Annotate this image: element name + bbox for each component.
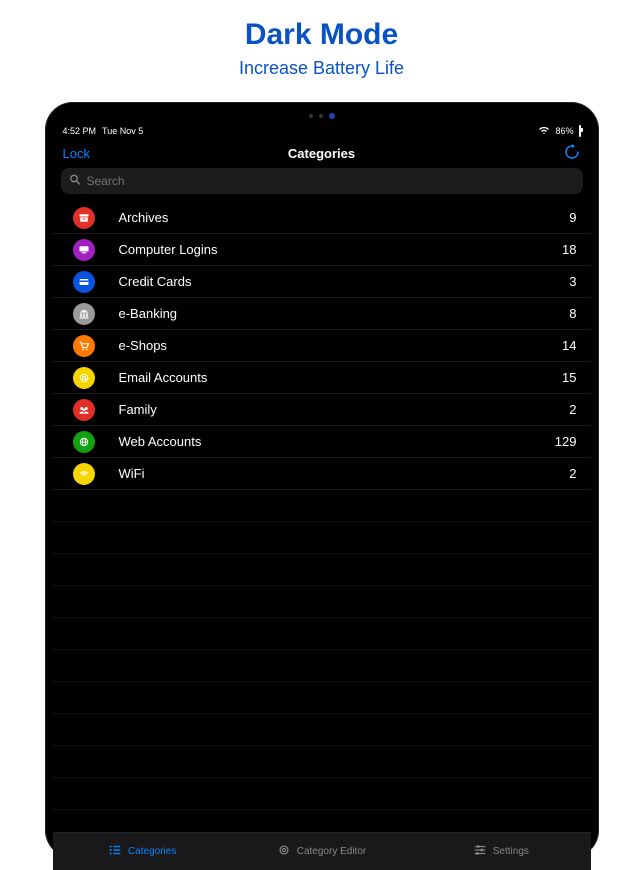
- globe-icon: [73, 431, 95, 453]
- category-row[interactable]: Credit Cards3: [53, 266, 591, 298]
- category-label: Archives: [113, 210, 547, 225]
- device-sensors: [53, 110, 591, 122]
- category-count: 18: [547, 242, 577, 257]
- gear-icon: [277, 843, 291, 860]
- empty-row: [53, 618, 591, 650]
- battery-icon: [579, 126, 581, 136]
- category-label: Email Accounts: [113, 370, 547, 385]
- category-count: 2: [547, 402, 577, 417]
- tab-bar: Categories Category Editor Settings: [53, 832, 591, 870]
- category-label: Web Accounts: [113, 434, 547, 449]
- category-row[interactable]: e-Banking8: [53, 298, 591, 330]
- empty-row: [53, 522, 591, 554]
- category-row[interactable]: WiFi2: [53, 458, 591, 490]
- wifi-icon: [73, 463, 95, 485]
- category-label: Credit Cards: [113, 274, 547, 289]
- navigation-bar: Lock Categories: [53, 138, 591, 168]
- empty-row: [53, 682, 591, 714]
- tab-label: Category Editor: [297, 846, 366, 857]
- empty-row: [53, 554, 591, 586]
- category-label: WiFi: [113, 466, 547, 481]
- computer-icon: [73, 239, 95, 261]
- category-count: 9: [547, 210, 577, 225]
- category-count: 129: [547, 434, 577, 449]
- bank-icon: [73, 303, 95, 325]
- device-frame: 4:52 PM Tue Nov 5 86% Lock Categories: [45, 102, 599, 858]
- list-icon: [108, 843, 122, 860]
- search-icon: [69, 174, 81, 189]
- category-count: 14: [547, 338, 577, 353]
- status-date: Tue Nov 5: [102, 126, 143, 136]
- empty-row: [53, 586, 591, 618]
- category-row[interactable]: e-Shops14: [53, 330, 591, 362]
- category-label: e-Shops: [113, 338, 547, 353]
- category-count: 8: [547, 306, 577, 321]
- category-label: Computer Logins: [113, 242, 547, 257]
- at-icon: [73, 367, 95, 389]
- family-icon: [73, 399, 95, 421]
- category-row[interactable]: Email Accounts15: [53, 362, 591, 394]
- category-label: Family: [113, 402, 547, 417]
- sliders-icon: [473, 843, 487, 860]
- category-row[interactable]: Computer Logins18: [53, 234, 591, 266]
- category-count: 2: [547, 466, 577, 481]
- cart-icon: [73, 335, 95, 357]
- tab-label: Settings: [493, 846, 529, 857]
- category-row[interactable]: Family2: [53, 394, 591, 426]
- tab-categories[interactable]: Categories: [53, 833, 232, 870]
- refresh-button[interactable]: [540, 144, 580, 163]
- category-list: Archives9Computer Logins18Credit Cards3e…: [53, 202, 591, 832]
- tab-category-editor[interactable]: Category Editor: [232, 833, 411, 870]
- device-screen: 4:52 PM Tue Nov 5 86% Lock Categories: [53, 122, 591, 870]
- empty-row: [53, 714, 591, 746]
- card-icon: [73, 271, 95, 293]
- promo-subtitle: Increase Battery Life: [0, 58, 643, 79]
- category-row[interactable]: Archives9: [53, 202, 591, 234]
- status-bar: 4:52 PM Tue Nov 5 86%: [53, 122, 591, 138]
- empty-row: [53, 490, 591, 522]
- refresh-icon: [564, 144, 580, 163]
- category-label: e-Banking: [113, 306, 547, 321]
- tab-label: Categories: [128, 846, 176, 857]
- wifi-icon: [538, 126, 550, 137]
- archive-icon: [73, 207, 95, 229]
- status-time: 4:52 PM: [63, 126, 97, 136]
- empty-row: [53, 746, 591, 778]
- lock-button[interactable]: Lock: [63, 146, 103, 161]
- search-input[interactable]: [61, 168, 583, 194]
- category-row[interactable]: Web Accounts129: [53, 426, 591, 458]
- battery-percent: 86%: [555, 126, 573, 136]
- tab-settings[interactable]: Settings: [411, 833, 590, 870]
- empty-row: [53, 650, 591, 682]
- empty-row: [53, 778, 591, 810]
- empty-row: [53, 810, 591, 832]
- page-title: Categories: [288, 146, 355, 161]
- category-count: 3: [547, 274, 577, 289]
- promo-title: Dark Mode: [0, 18, 643, 52]
- category-count: 15: [547, 370, 577, 385]
